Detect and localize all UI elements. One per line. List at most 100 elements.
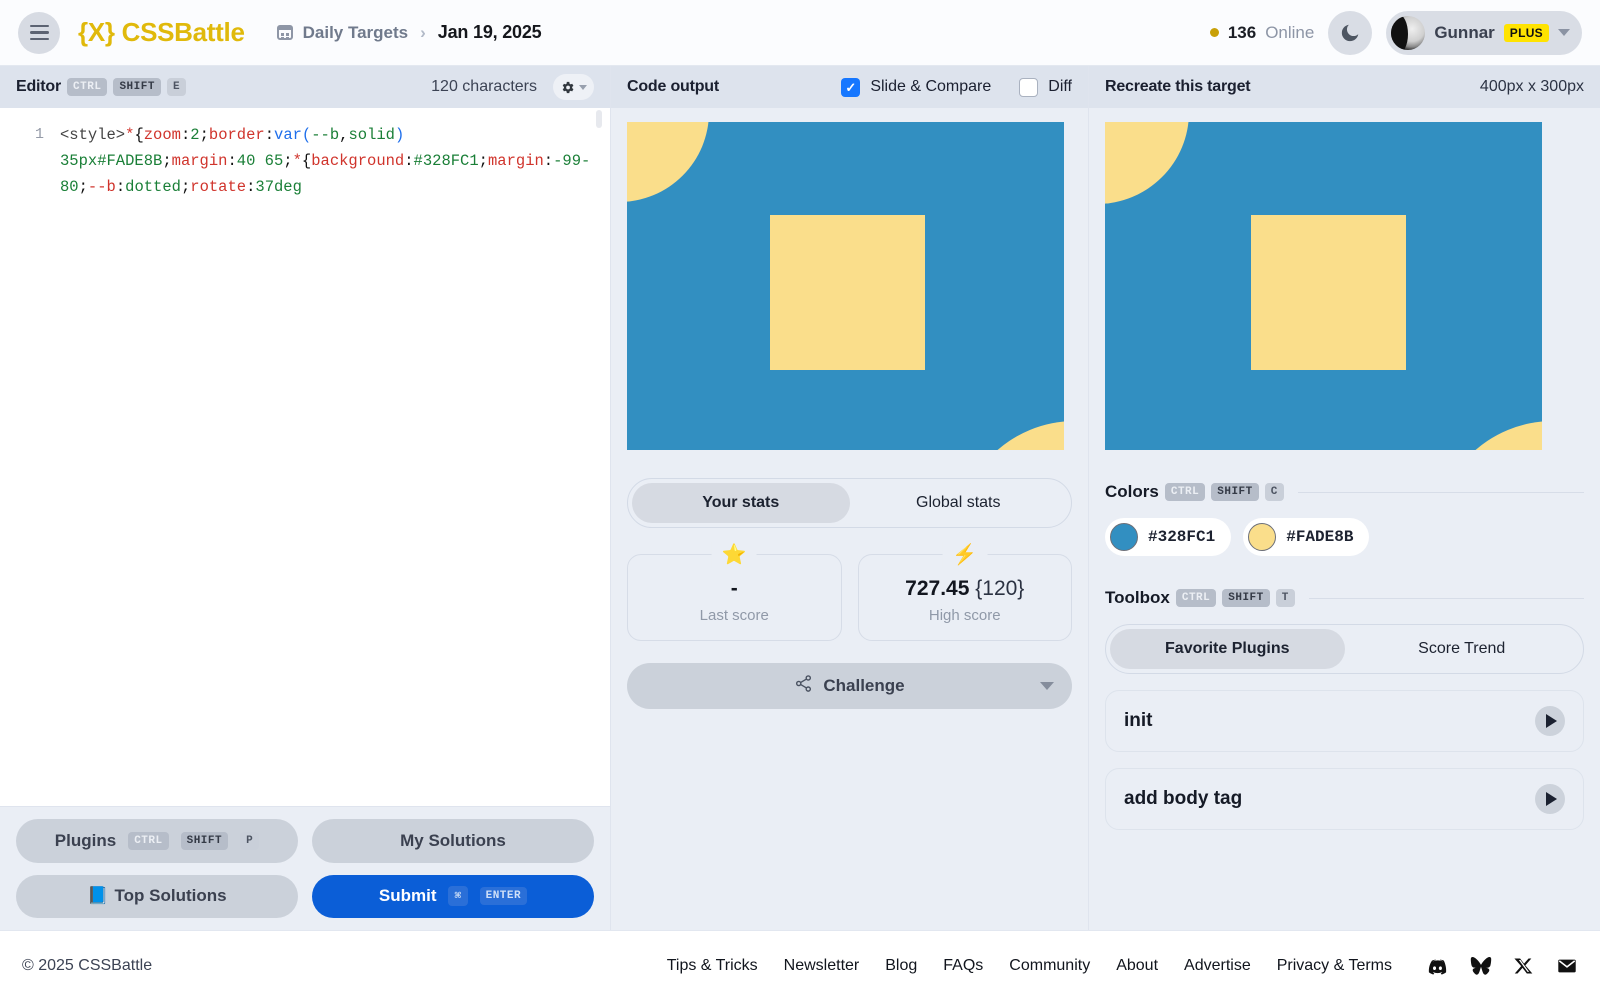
submit-shortcut-enter: ENTER [479, 887, 528, 906]
x-icon[interactable] [1514, 956, 1534, 976]
plugins-button[interactable]: Plugins CTRL SHIFT P [16, 819, 298, 863]
app-root: {X} CSSBattle Daily Targets › Jan 19, 20… [0, 0, 1600, 1000]
online-count: 136 [1227, 22, 1257, 42]
toolbox-tabs: Favorite Plugins Score Trend [1105, 624, 1584, 674]
app-footer: © 2025 CSSBattle Tips & Tricks Newsletter… [0, 930, 1600, 1000]
editor-shortcut-shift: SHIFT [113, 78, 161, 96]
avatar [1391, 15, 1426, 50]
footer-link[interactable]: Privacy & Terms [1277, 957, 1392, 975]
submit-button[interactable]: Submit ⌘ ENTER [312, 874, 594, 918]
code-token: var( [274, 126, 312, 144]
my-solutions-button[interactable]: My Solutions [312, 819, 594, 863]
footer-link[interactable]: Tips & Tricks [667, 957, 758, 975]
copyright: © 2025 CSSBattle [22, 956, 153, 974]
chevron-down-icon[interactable] [1558, 29, 1570, 36]
code-token: : [404, 152, 414, 170]
color-hex: #FADE8B [1286, 528, 1354, 546]
output-column: Code output ✓ Slide & Compare Diff Your … [611, 66, 1089, 930]
mail-icon[interactable] [1556, 955, 1578, 977]
color-chip[interactable]: #328FC1 [1105, 518, 1232, 556]
breadcrumb-current-date: Jan 19, 2025 [437, 22, 542, 42]
challenge-button[interactable]: Challenge [627, 663, 1072, 709]
canvas-circle-top-left [627, 122, 709, 202]
brand-logo[interactable]: {X} CSSBattle [78, 17, 245, 48]
slide-compare-checkbox[interactable]: ✓ [841, 77, 861, 97]
color-chip[interactable]: #FADE8B [1243, 518, 1370, 556]
footer-link[interactable]: Advertise [1184, 957, 1251, 975]
code-token: ; [199, 126, 209, 144]
colors-shortcut-shift: SHIFT [1211, 483, 1259, 501]
code-token: rotate [190, 178, 247, 196]
tab-favorite-plugins[interactable]: Favorite Plugins [1110, 629, 1345, 669]
code-token: <style> [60, 126, 126, 144]
hamburger-menu-icon[interactable] [18, 11, 60, 54]
code-token: solid [348, 126, 395, 144]
plugins-shortcut-ctrl: CTRL [128, 831, 169, 850]
theme-toggle-button[interactable] [1328, 10, 1373, 55]
code-token: ; [478, 152, 488, 170]
code-token: margin [171, 152, 228, 170]
target-canvas[interactable] [1105, 122, 1542, 450]
tab-your-stats[interactable]: Your stats [632, 483, 850, 523]
online-label: Online [1265, 22, 1315, 42]
editor-scrollbar[interactable] [596, 110, 602, 128]
high-score-chars: {120} [975, 577, 1025, 600]
code-token: 2 [190, 126, 200, 144]
user-menu-button[interactable]: Gunnar PLUS [1386, 10, 1582, 55]
plugin-card[interactable]: add body tag [1105, 768, 1584, 830]
editor-panel-header: Editor CTRL SHIFT E 120 characters [0, 66, 610, 108]
color-swatch [1110, 523, 1138, 551]
play-icon [1545, 792, 1557, 806]
canvas-square [770, 215, 925, 370]
target-title: Recreate this target [1105, 78, 1251, 95]
tab-global-stats[interactable]: Global stats [850, 483, 1068, 523]
editor-column: Editor CTRL SHIFT E 120 characters 1 <st… [0, 66, 611, 930]
plugin-name: init [1124, 710, 1153, 731]
high-score-card: ⚡ 727.45 {120} High score [857, 542, 1072, 641]
line-number-gutter: 1 [34, 126, 44, 143]
breadcrumb-daily-targets[interactable]: Daily Targets [303, 23, 409, 43]
code-editor[interactable]: 1 <style>*{zoom:2;border:var(--b,solid) … [0, 108, 610, 806]
moon-icon [1342, 24, 1359, 41]
slide-compare-label: Slide & Compare [870, 78, 992, 95]
book-icon: 📘 [87, 886, 109, 906]
chevron-down-icon[interactable] [1040, 682, 1054, 690]
plugin-run-button[interactable] [1535, 706, 1565, 736]
check-icon: ✓ [845, 79, 857, 95]
code-token: margin [487, 152, 544, 170]
footer-link[interactable]: Community [1009, 957, 1090, 975]
output-canvas[interactable] [627, 122, 1064, 450]
footer-link[interactable]: About [1116, 957, 1158, 975]
character-count: 120 characters [431, 78, 537, 95]
top-solutions-button[interactable]: 📘 Top Solutions [16, 874, 298, 918]
bluesky-icon[interactable] [1470, 955, 1492, 977]
plan-badge: PLUS [1503, 23, 1549, 42]
plugin-name: add body tag [1124, 788, 1243, 809]
plugin-card[interactable]: init [1105, 690, 1584, 752]
footer-link[interactable]: Blog [885, 957, 917, 975]
editor-shortcut-key: E [166, 78, 187, 96]
top-solutions-label: Top Solutions [114, 886, 227, 906]
footer-link[interactable]: FAQs [943, 957, 983, 975]
color-chip-list: #328FC1 #FADE8B [1105, 518, 1584, 556]
editor-body: 1 <style>*{zoom:2;border:var(--b,solid) … [0, 108, 610, 930]
diff-checkbox[interactable] [1019, 77, 1039, 97]
submit-label: Submit [378, 886, 437, 906]
calendar-icon [276, 25, 293, 40]
code-token: ) [394, 126, 405, 144]
target-dimensions: 400px x 300px [1479, 78, 1584, 95]
canvas-square [1251, 215, 1406, 370]
colors-title: Colors [1105, 482, 1159, 501]
code-content[interactable]: <style>*{zoom:2;border:var(--b,solid) 35… [60, 122, 610, 806]
code-token: ; [283, 152, 293, 170]
editor-settings-button[interactable] [553, 74, 594, 100]
divider [1308, 597, 1584, 599]
code-token: --b [87, 178, 116, 196]
code-token: : [180, 126, 191, 144]
discord-icon[interactable] [1426, 955, 1448, 977]
footer-link[interactable]: Newsletter [784, 957, 860, 975]
tab-score-trend[interactable]: Score Trend [1345, 629, 1580, 669]
plugin-run-button[interactable] [1535, 784, 1565, 814]
output-toggles: ✓ Slide & Compare Diff [841, 77, 1072, 97]
editor-title: Editor [16, 78, 62, 95]
